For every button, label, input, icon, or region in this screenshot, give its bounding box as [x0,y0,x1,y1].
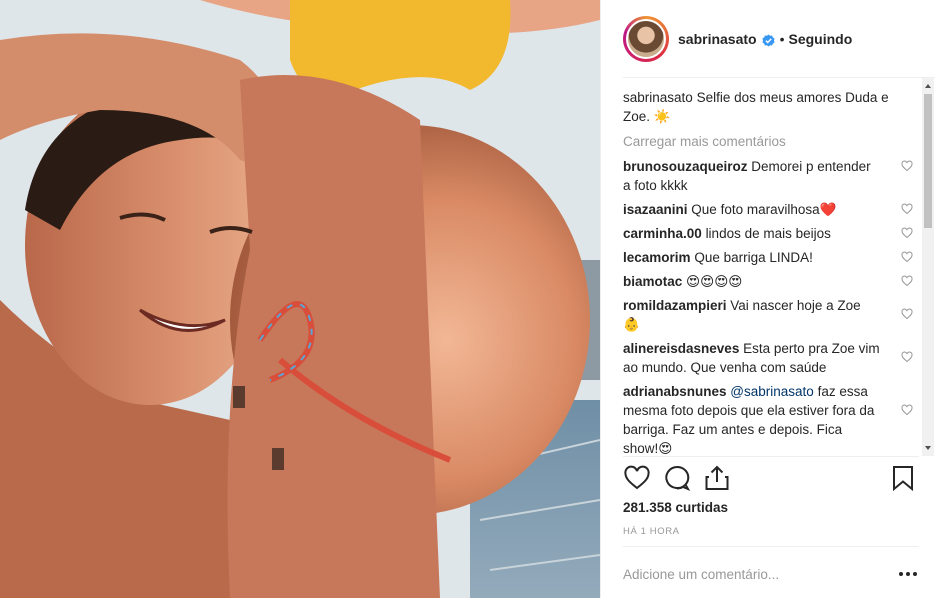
load-more-comments-button[interactable]: Carregar mais comentários [623,132,913,151]
post-caption: sabrinasato Selfie dos meus amores Duda … [623,88,913,126]
comment-like-heart-icon[interactable] [901,160,913,172]
following-button[interactable]: Seguindo [789,31,853,47]
bookmark-icon[interactable] [889,464,917,492]
share-icon[interactable] [703,464,731,492]
comment-username[interactable]: biamotac [623,274,682,289]
comment-item: brunosouzaqueiroz Demorei p entender a f… [623,157,913,195]
comment-username[interactable]: lecamorim [623,250,691,265]
comment-like-heart-icon[interactable] [901,351,913,363]
post-photo[interactable] [0,0,600,598]
post-timestamp[interactable]: HÁ 1 HORA [623,526,680,537]
comment-text: Que foto maravilhosa❤️ [691,202,837,217]
more-dots-icon[interactable] [897,570,919,578]
post-actions-bar [623,464,919,496]
verified-badge-icon [762,33,775,47]
comment-text: lindos de mais beijos [705,226,831,241]
avatar [626,19,666,59]
comment-item: adrianabsnunes @sabrinasato faz essa mes… [623,382,913,456]
comment-username[interactable]: isazaanini [623,202,688,217]
post-side-panel: sabrinasato • Seguindo sabrinasato Selfi… [600,0,940,598]
instagram-post-view: sabrinasato • Seguindo sabrinasato Selfi… [0,0,940,598]
comments-list[interactable]: sabrinasato Selfie dos meus amores Duda … [623,88,913,456]
header-username[interactable]: sabrinasato [678,31,757,47]
heart-icon[interactable] [623,464,651,492]
post-photo-illustration [0,0,600,598]
header-separator: • [779,31,785,47]
comment-item: romildazampieri Vai nascer hoje a Zoe 👶 [623,296,913,334]
comment-item: isazaanini Que foto maravilhosa❤️ [623,200,913,219]
comment-mention-link[interactable]: @sabrinasato [730,384,814,399]
add-comment-input[interactable] [623,566,897,582]
caption-username[interactable]: sabrinasato [623,90,693,105]
post-header: sabrinasato • Seguindo [601,0,940,78]
divider [623,456,919,457]
comment-item: biamotac 😍😍😍😍 [623,272,913,291]
likes-count[interactable]: 281.358 curtidas [623,500,728,515]
comment-item: alinereisdasneves Esta perto pra Zoe vim… [623,339,913,377]
scrollbar-thumb[interactable] [924,94,932,228]
comment-item: lecamorim Que barriga LINDA! [623,248,913,267]
comment-text: 😍😍😍😍 [686,274,743,289]
comment-like-heart-icon[interactable] [901,308,913,320]
scroll-down-arrow-icon[interactable] [922,442,934,454]
comment-username[interactable]: adrianabsnunes [623,384,727,399]
comment-like-heart-icon[interactable] [901,251,913,263]
comment-like-heart-icon[interactable] [901,275,913,287]
comments-scrollbar[interactable] [922,78,934,456]
comment-item: carminha.00 lindos de mais beijos [623,224,913,243]
comment-username[interactable]: romildazampieri [623,298,727,313]
scroll-up-arrow-icon[interactable] [922,80,934,92]
comment-username[interactable]: carminha.00 [623,226,702,241]
comment-like-heart-icon[interactable] [901,227,913,239]
comment-text: Que barriga LINDA! [694,250,813,265]
divider [623,546,919,547]
comment-bubble-icon[interactable] [663,464,691,492]
comment-like-heart-icon[interactable] [901,203,913,215]
comment-username[interactable]: alinereisdasneves [623,341,739,356]
add-comment-section [623,562,919,586]
comment-like-heart-icon[interactable] [901,404,913,416]
avatar-story-ring[interactable] [623,16,669,62]
comment-username[interactable]: brunosouzaqueiroz [623,159,748,174]
